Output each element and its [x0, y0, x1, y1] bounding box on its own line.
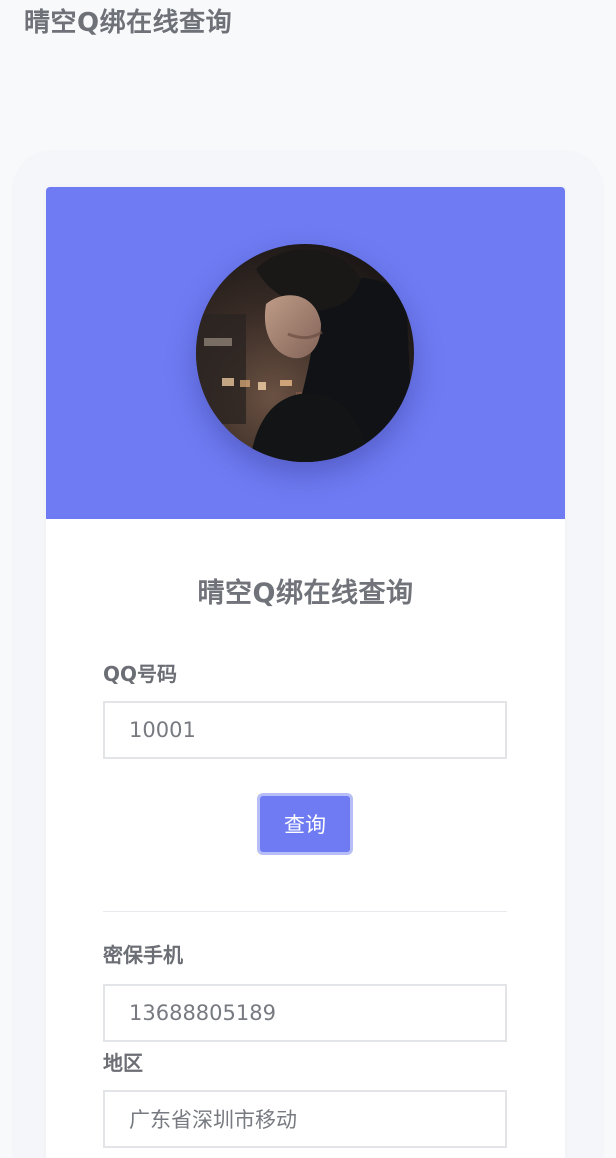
- phone-field[interactable]: [103, 984, 507, 1042]
- page: 晴空Q绑在线查询 晴空Q绑在线查询 QQ号码 10001 查询 密保手机 136…: [0, 0, 616, 1158]
- app-title: 晴空Q绑在线查询: [24, 8, 233, 38]
- qq-input[interactable]: [103, 701, 507, 759]
- region-field[interactable]: [103, 1090, 507, 1148]
- query-card: 晴空Q绑在线查询 QQ号码 查询 密保手机 地区: [46, 187, 565, 1158]
- phone-label: 密保手机: [103, 943, 183, 967]
- query-button[interactable]: 查询: [257, 793, 353, 855]
- region-label: 地区: [103, 1051, 143, 1075]
- divider: [103, 911, 507, 912]
- card-header: [46, 187, 565, 519]
- form-title: 晴空Q绑在线查询: [197, 578, 414, 609]
- qq-label: QQ号码: [103, 662, 178, 686]
- avatar: [196, 244, 414, 462]
- avatar-photo: [196, 244, 414, 462]
